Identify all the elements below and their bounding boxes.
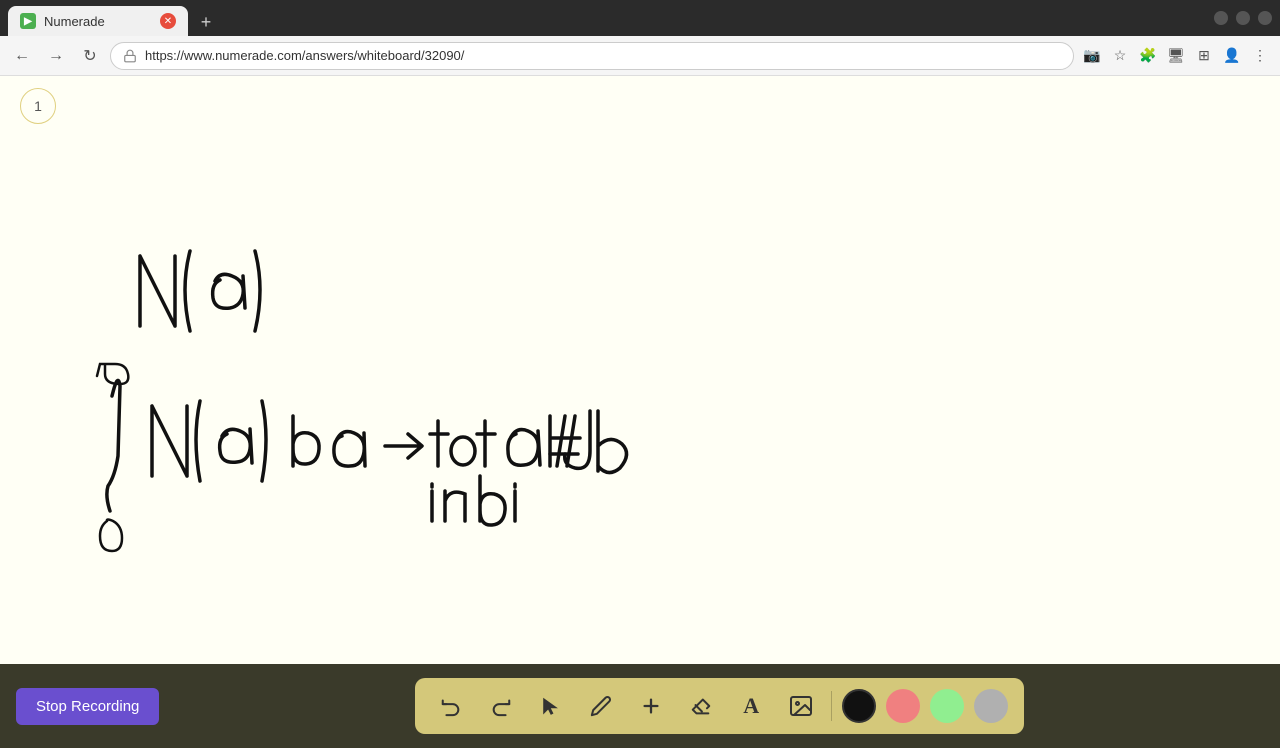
nav-extras: 📷 ☆ 🧩 🖥 ⊞ 👤 ⋮: [1080, 44, 1272, 68]
address-bar[interactable]: https://www.numerade.com/answers/whitebo…: [110, 42, 1074, 70]
profile-icon[interactable]: 👤: [1220, 44, 1244, 68]
toolbar-panel: A: [415, 678, 1024, 734]
monitor-icon[interactable]: 🖥: [1164, 44, 1188, 68]
menu-icon[interactable]: ⋮: [1248, 44, 1272, 68]
eraser-button[interactable]: [681, 686, 721, 726]
stop-recording-button[interactable]: Stop Recording: [16, 688, 159, 725]
bookmark-icon[interactable]: ☆: [1108, 44, 1132, 68]
pen-tool-button[interactable]: [581, 686, 621, 726]
forward-button[interactable]: →: [42, 42, 70, 70]
color-gray[interactable]: [974, 689, 1008, 723]
extension-icon[interactable]: 🧩: [1136, 44, 1160, 68]
apps-icon[interactable]: ⊞: [1192, 44, 1216, 68]
reload-button[interactable]: ↻: [76, 42, 104, 70]
text-tool-button[interactable]: A: [731, 686, 771, 726]
math-content: [0, 76, 1280, 664]
title-bar: ▶ Numerade ✕ +: [0, 0, 1280, 36]
tab-close-btn[interactable]: ✕: [160, 13, 176, 29]
image-button[interactable]: [781, 686, 821, 726]
redo-button[interactable]: [481, 686, 521, 726]
close-button[interactable]: [1258, 11, 1272, 25]
window-controls: [1214, 11, 1272, 25]
back-button[interactable]: ←: [8, 42, 36, 70]
color-green[interactable]: [930, 689, 964, 723]
color-pink[interactable]: [886, 689, 920, 723]
page-number: 1: [34, 98, 42, 114]
url-text: https://www.numerade.com/answers/whitebo…: [145, 48, 464, 63]
whiteboard[interactable]: 1: [0, 76, 1280, 664]
add-button[interactable]: [631, 686, 671, 726]
nav-bar: ← → ↻ https://www.numerade.com/answers/w…: [0, 36, 1280, 76]
tab-bar: ▶ Numerade ✕ +: [8, 0, 1206, 36]
bottom-bar: Stop Recording: [0, 664, 1280, 748]
toolbar-separator: [831, 691, 832, 721]
lock-icon: [123, 49, 137, 63]
new-tab-button[interactable]: +: [192, 8, 220, 36]
maximize-button[interactable]: [1236, 11, 1250, 25]
browser-chrome: ▶ Numerade ✕ + ← → ↻ https://www.numerad…: [0, 0, 1280, 76]
tab-title: Numerade: [44, 14, 152, 29]
page-indicator: 1: [20, 88, 56, 124]
minimize-button[interactable]: [1214, 11, 1228, 25]
active-tab[interactable]: ▶ Numerade ✕: [8, 6, 188, 36]
screenshare-icon[interactable]: 📷: [1080, 44, 1104, 68]
undo-button[interactable]: [431, 686, 471, 726]
tab-favicon: ▶: [20, 13, 36, 29]
color-black[interactable]: [842, 689, 876, 723]
select-tool-button[interactable]: [531, 686, 571, 726]
